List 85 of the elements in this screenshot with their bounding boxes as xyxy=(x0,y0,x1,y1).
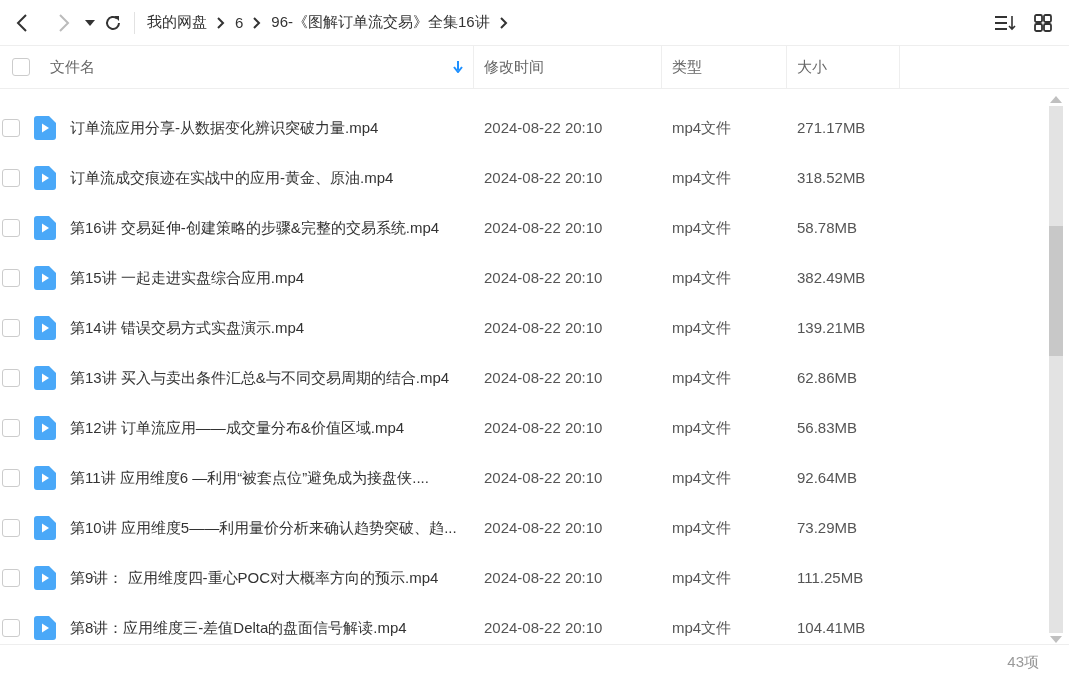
video-file-icon xyxy=(34,366,56,390)
row-checkbox[interactable] xyxy=(2,619,20,637)
breadcrumb-link[interactable]: 96-《图解订单流交易》全集16讲 xyxy=(271,13,490,32)
modified-time: 2024-08-22 20:10 xyxy=(484,519,603,536)
modified-time: 2024-08-22 20:10 xyxy=(484,219,603,236)
file-type: mp4文件 xyxy=(672,368,732,386)
file-size: 62.86MB xyxy=(797,369,858,386)
video-file-icon xyxy=(34,116,56,140)
row-checkbox[interactable] xyxy=(2,219,20,237)
column-header[interactable]: 类型 xyxy=(662,46,787,88)
breadcrumb-link[interactable]: 6 xyxy=(235,14,244,31)
file-size: 382.49MB xyxy=(797,269,866,286)
file-type: mp4文件 xyxy=(672,418,732,436)
video-file-icon xyxy=(34,616,56,640)
scrollbar-track[interactable] xyxy=(1049,106,1063,633)
video-file-icon xyxy=(34,316,56,340)
file-type: mp4文件 xyxy=(672,518,732,536)
file-name[interactable]: 第9讲： 应用维度四-重心POC对大概率方向的预示.mp4 xyxy=(70,568,439,588)
row-checkbox[interactable] xyxy=(2,319,20,337)
file-type: mp4文件 xyxy=(672,618,732,636)
file-type: mp4文件 xyxy=(672,268,732,286)
file-type: mp4文件 xyxy=(672,168,732,186)
modified-time: 2024-08-22 20:10 xyxy=(484,569,603,586)
file-size: 271.17MB xyxy=(797,119,866,136)
file-type: mp4文件 xyxy=(672,568,732,586)
file-type: mp4文件 xyxy=(672,468,732,486)
file-size: 139.21MB xyxy=(797,319,866,336)
row-checkbox[interactable] xyxy=(2,169,20,187)
file-type: mp4文件 xyxy=(672,218,732,236)
video-file-icon xyxy=(34,466,56,490)
file-name[interactable]: 第13讲 买入与卖出条件汇总&与不同交易周期的结合.mp4 xyxy=(70,368,450,388)
modified-time: 2024-08-22 20:10 xyxy=(484,169,603,186)
file-name[interactable]: 第10讲 应用维度5——利用量价分析来确认趋势突破、趋... xyxy=(70,518,457,538)
row-checkbox[interactable] xyxy=(2,569,20,587)
chevron-icon xyxy=(217,16,225,29)
sort-arrow-icon xyxy=(453,61,463,73)
column-header[interactable]: 大小 xyxy=(787,46,900,88)
modified-time: 2024-08-22 20:10 xyxy=(484,419,603,436)
file-name[interactable]: 第8讲：应用维度三-差值Delta的盘面信号解读.mp4 xyxy=(70,618,407,638)
video-file-icon xyxy=(34,266,56,290)
file-name[interactable]: 第12讲 订单流应用——成交量分布&价值区域.mp4 xyxy=(70,418,405,438)
modified-time: 2024-08-22 20:10 xyxy=(484,619,603,636)
modified-time: 2024-08-22 20:10 xyxy=(484,319,603,336)
chevron-icon xyxy=(499,16,508,29)
scroll-down-icon[interactable] xyxy=(1049,636,1063,644)
video-file-icon xyxy=(34,416,56,440)
row-checkbox[interactable] xyxy=(2,419,20,437)
row-checkbox[interactable] xyxy=(2,469,20,487)
file-size: 92.64MB xyxy=(797,469,858,486)
modified-time: 2024-08-22 20:10 xyxy=(484,269,603,286)
row-checkbox[interactable] xyxy=(2,519,20,537)
video-file-icon xyxy=(34,516,56,540)
scrollbar-thumb[interactable] xyxy=(1049,226,1063,356)
row-checkbox[interactable] xyxy=(2,119,20,137)
modified-time: 2024-08-22 20:10 xyxy=(484,469,603,486)
breadcrumb-link[interactable]: 我的网盘 xyxy=(147,13,207,32)
file-type: mp4文件 xyxy=(672,118,732,136)
file-name[interactable]: 第14讲 错误交易方式实盘演示.mp4 xyxy=(70,318,305,338)
file-size: 318.52MB xyxy=(797,169,866,186)
video-file-icon xyxy=(34,566,56,590)
file-size: 58.78MB xyxy=(797,219,858,236)
file-name[interactable]: 第15讲 一起走进实盘综合应用.mp4 xyxy=(70,268,305,288)
chevron-icon xyxy=(253,16,262,29)
scroll-up-icon[interactable] xyxy=(1049,95,1063,103)
file-name[interactable]: 订单流成交痕迹在实战中的应用-黄金、原油.mp4 xyxy=(70,168,394,188)
select-all-checkbox[interactable] xyxy=(12,58,30,76)
column-header[interactable]: 修改时间 xyxy=(474,46,662,88)
file-name[interactable]: 订单流应用分享-从数据变化辨识突破力量.mp4 xyxy=(70,118,379,138)
column-header[interactable]: 文件名 xyxy=(40,46,474,88)
modified-time: 2024-08-22 20:10 xyxy=(484,369,603,386)
modified-time: 2024-08-22 20:10 xyxy=(484,119,603,136)
row-checkbox[interactable] xyxy=(2,269,20,287)
caret-icon xyxy=(85,18,95,27)
video-file-icon xyxy=(34,166,56,190)
file-name[interactable]: 第16讲 交易延伸-创建策略的步骤&完整的交易系统.mp4 xyxy=(70,218,440,238)
file-size: 56.83MB xyxy=(797,419,858,436)
file-size: 73.29MB xyxy=(797,519,858,536)
row-checkbox[interactable] xyxy=(2,369,20,387)
file-type: mp4文件 xyxy=(672,318,732,336)
file-size: 104.41MB xyxy=(797,619,866,636)
item-count: 43项 xyxy=(1007,652,1039,672)
video-file-icon xyxy=(34,216,56,240)
refresh-icon xyxy=(104,13,122,32)
file-name[interactable]: 第11讲 应用维度6 —利用“被套点位”避免成为接盘侠.... xyxy=(70,468,429,488)
file-size: 111.25MB xyxy=(797,569,864,586)
